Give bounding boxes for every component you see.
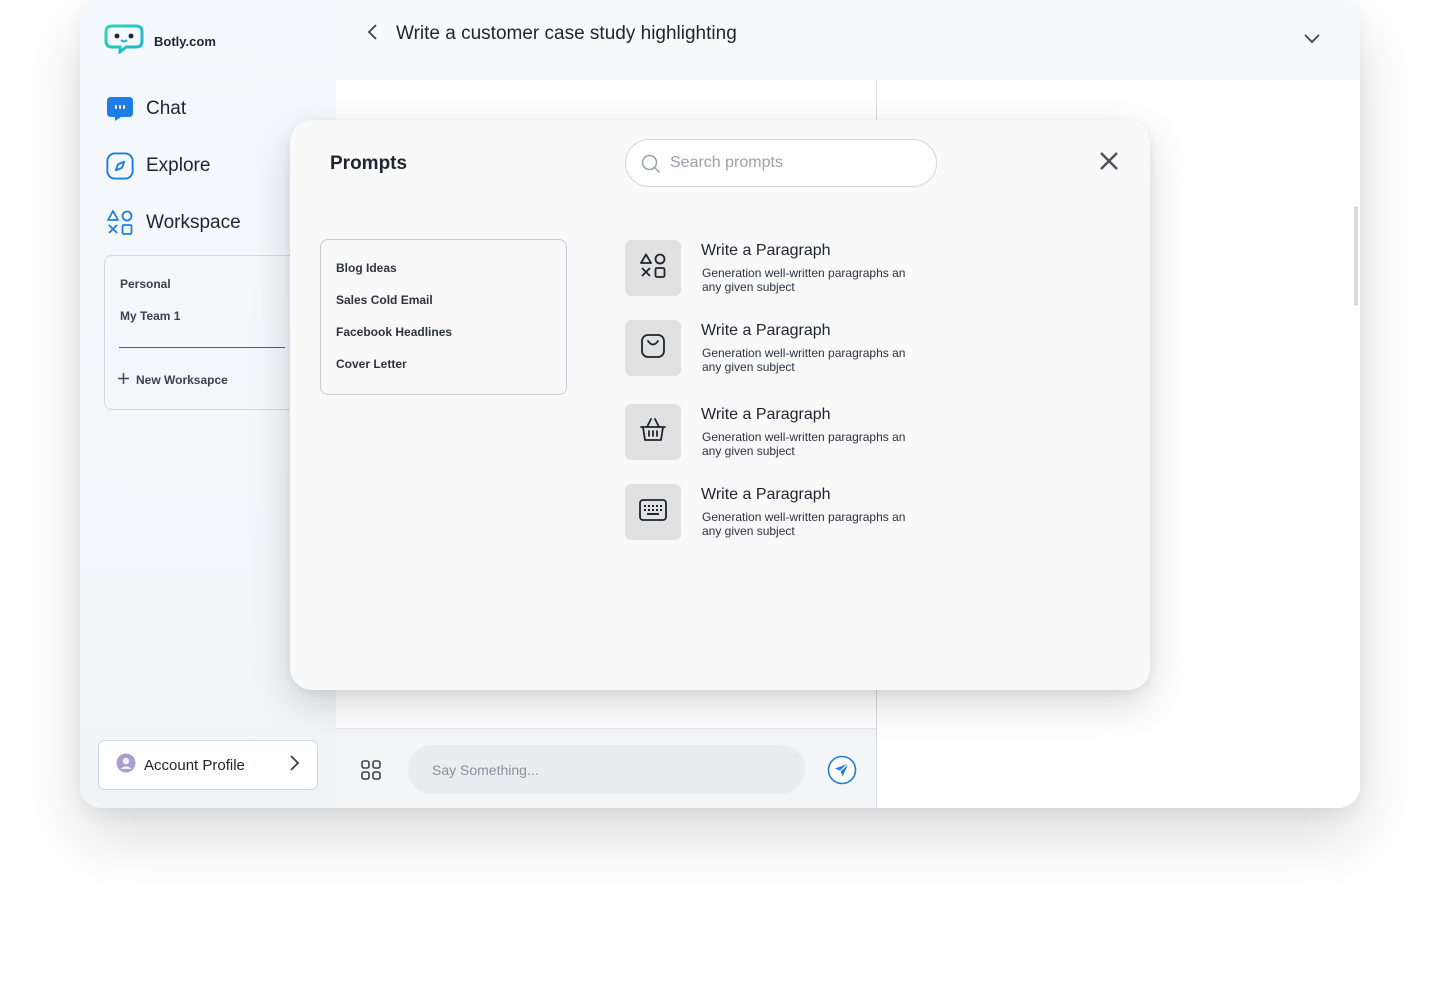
chevron-left-icon: [366, 23, 378, 46]
chevron-down-icon: [1303, 31, 1321, 49]
search-input[interactable]: [670, 140, 920, 186]
prompt-thumbnail: [625, 320, 681, 376]
nav-item-chat[interactable]: Chat: [106, 95, 186, 123]
close-modal-button[interactable]: [1098, 150, 1122, 174]
category-item[interactable]: Blog Ideas: [336, 261, 397, 275]
modal-title: Prompts: [330, 153, 408, 174]
prompt-thumbnail: [625, 484, 681, 540]
new-workspace-button[interactable]: New Worksapce: [117, 372, 228, 388]
prompt-categories: Blog Ideas Sales Cold Email Facebook Hea…: [320, 239, 567, 395]
category-item[interactable]: Sales Cold Email: [336, 293, 433, 307]
prompt-card[interactable]: Write a Paragraph Generation well-writte…: [625, 240, 955, 298]
prompts-modal: Prompts Blog Ideas Sales Cold Email Face…: [290, 120, 1150, 690]
search-icon: [641, 154, 661, 179]
send-icon: [827, 755, 857, 789]
plus-icon: [117, 372, 130, 388]
prompt-description: Generation well-written paragraphs an an…: [702, 346, 906, 374]
compass-icon: [106, 152, 134, 180]
chevron-right-icon: [289, 754, 301, 777]
conversation-dropdown-button[interactable]: [1300, 28, 1324, 52]
divider: [119, 347, 285, 348]
prompt-card[interactable]: Write a Paragraph Generation well-writte…: [625, 404, 955, 462]
account-profile-label: Account Profile: [144, 756, 245, 774]
nav-label-chat: Chat: [146, 98, 187, 119]
basket-icon: [639, 416, 667, 449]
account-profile-button[interactable]: Account Profile: [98, 740, 318, 790]
back-button[interactable]: [360, 22, 384, 46]
botly-logo-icon: [104, 24, 144, 59]
message-composer: [336, 728, 876, 808]
category-item[interactable]: Facebook Headlines: [336, 325, 452, 339]
prompt-title: Write a Paragraph: [701, 322, 831, 339]
new-workspace-label: New Worksapce: [136, 373, 228, 387]
grid-icon: [360, 760, 382, 785]
prompt-card[interactable]: Write a Paragraph Generation well-writte…: [625, 484, 955, 542]
chat-icon: [106, 95, 134, 123]
workspace-list: Personal My Team 1 New Worksapce: [104, 255, 304, 410]
prompt-thumbnail: [625, 240, 681, 296]
prompt-description: Generation well-written paragraphs an an…: [702, 510, 906, 538]
conversation-header: Write a customer case study highlighting: [336, 0, 1360, 80]
keyboard-icon: [638, 498, 668, 527]
prompt-card[interactable]: Write a Paragraph Generation well-writte…: [625, 320, 955, 378]
user-avatar-icon: [116, 753, 136, 778]
prompt-description: Generation well-written paragraphs an an…: [702, 266, 906, 294]
nav-item-workspace[interactable]: Workspace: [106, 209, 241, 237]
prompt-description: Generation well-written paragraphs an an…: [702, 430, 906, 458]
prompt-thumbnail: [625, 404, 681, 460]
prompts-grid-button[interactable]: [360, 759, 384, 783]
shapes-icon: [106, 209, 134, 237]
nav-item-explore[interactable]: Explore: [106, 152, 210, 180]
prompt-title: Write a Paragraph: [701, 486, 831, 503]
scrollbar[interactable]: [1354, 206, 1358, 306]
brand[interactable]: Botly.com: [104, 24, 216, 59]
search-box[interactable]: [625, 139, 937, 187]
workspace-item-personal[interactable]: Personal: [120, 277, 171, 291]
brand-name: Botly.com: [154, 34, 216, 49]
nav-label-explore: Explore: [146, 155, 211, 176]
prompt-title: Write a Paragraph: [701, 242, 831, 259]
shopping-bag-icon: [639, 332, 667, 365]
prompt-title: Write a Paragraph: [701, 406, 831, 423]
conversation-title: Write a customer case study highlighting: [396, 23, 737, 44]
nav-label-workspace: Workspace: [146, 212, 241, 233]
shapes-icon: [639, 252, 667, 285]
category-item[interactable]: Cover Letter: [336, 357, 407, 371]
message-input[interactable]: [408, 745, 805, 794]
close-icon: [1098, 152, 1120, 176]
send-button[interactable]: [827, 755, 857, 785]
workspace-item-team[interactable]: My Team 1: [120, 309, 180, 323]
